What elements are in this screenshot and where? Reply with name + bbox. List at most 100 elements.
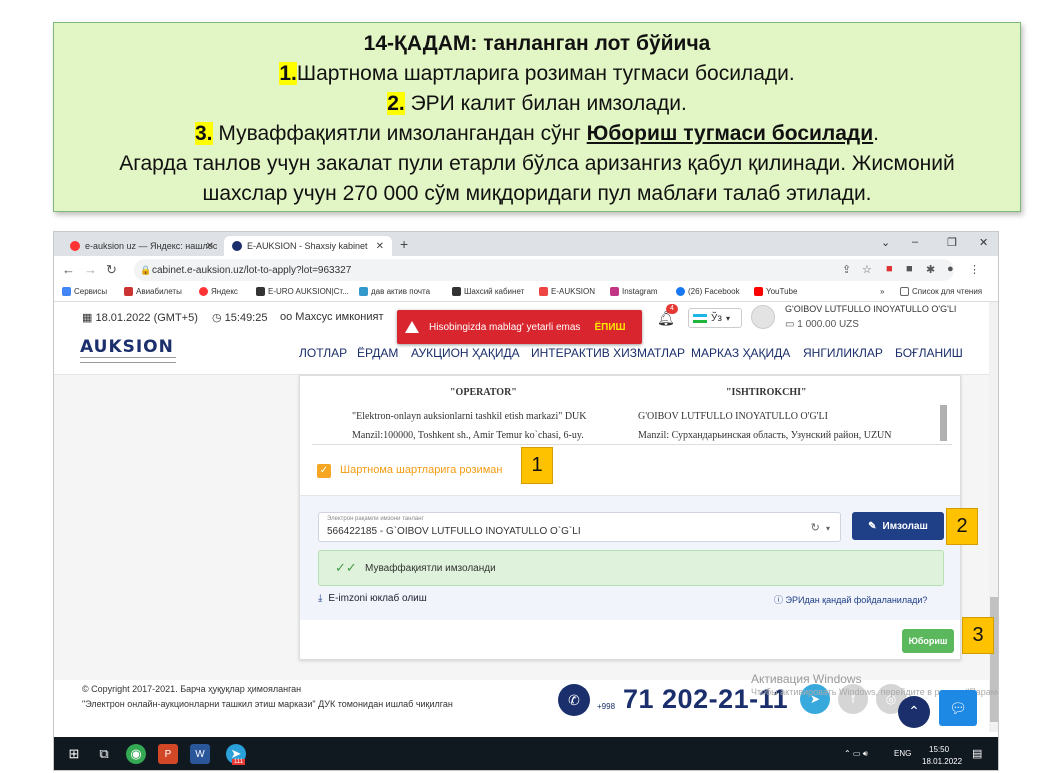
bookmark-label: YouTube [766, 287, 798, 296]
puzzle-icon[interactable]: ✱ [926, 263, 935, 276]
user-name[interactable]: G'OIBOV LUTFULLO INOYATULLO O'G'LI [785, 304, 956, 314]
close-tab-icon[interactable]: ✕ [206, 241, 214, 252]
accessibility-toggle[interactable]: oo Махсус имконият [280, 311, 384, 323]
page-scrollbar-thumb[interactable] [990, 597, 998, 722]
url-field[interactable]: 🔒 cabinet.e-auksion.uz/lot-to-apply?lot=… [134, 259, 954, 281]
signature-select[interactable]: Электрон рақамли имзони танланг 56642218… [318, 512, 841, 542]
send-button[interactable]: Юбориш [902, 629, 954, 653]
signature-select-value: 566422185 - G`OIBOV LUTFULLO INOYATULLO … [327, 526, 581, 537]
chrome-icon[interactable]: ◉ [126, 744, 146, 764]
avatar[interactable] [751, 305, 775, 329]
tab-label: E-AUKSION - Shaxsiy kabinet [247, 241, 368, 251]
site-logo[interactable]: AUKSION [80, 337, 174, 357]
kebab-menu-icon[interactable]: ⋮ [969, 263, 980, 276]
word-icon[interactable]: W [190, 744, 210, 764]
chat-button[interactable]: 💬︎ [939, 690, 977, 726]
bookmark-label: Instagram [622, 287, 658, 296]
taskbar-time[interactable]: 15:50 [929, 745, 949, 754]
footer-copyright: © Copyright 2017-2021. Барча ҳуқуқлар ҳи… [82, 684, 302, 694]
operator-address: Manzil:100000, Toshkent sh., Amir Temur … [352, 430, 584, 441]
tray-icons[interactable]: ⌃ ▭ 🔊︎ [844, 749, 868, 759]
step-marker-3: 3 [962, 617, 994, 654]
instruction-text-3a: Муваффақиятли имзолангандан сўнг [212, 122, 587, 145]
nav-interactive-services[interactable]: ИНТЕРАКТИВ ХИЗМАТЛАР [531, 346, 685, 360]
windows-start-icon[interactable]: ⊞ [64, 744, 84, 764]
share-icon[interactable]: ⇪ [842, 263, 851, 276]
page-scrollbar[interactable] [989, 302, 998, 732]
bookmark-cabinet[interactable]: Шахсий кабинет [452, 287, 524, 296]
bookmark-mail[interactable]: дав актив почта [359, 287, 430, 296]
bookmark-label: E-AUKSION [551, 287, 596, 296]
nav-lots[interactable]: ЛОТЛАР [299, 346, 347, 360]
reload-icon[interactable]: ↻ [106, 262, 117, 278]
nav-contact[interactable]: БОҒЛАНИШ [895, 346, 963, 360]
plane-icon [124, 287, 133, 296]
step-number-1: 1. [279, 62, 297, 85]
signature-select-controls: ↻ ▾ [811, 521, 830, 534]
bookmark-services[interactable]: Сервисы [62, 287, 107, 296]
instruction-step-title: : танланган лот бўйича [470, 32, 711, 55]
download-icon: ⤓ [318, 593, 323, 604]
bookmark-youtube[interactable]: YouTube [754, 287, 797, 296]
contract-scrollbar[interactable] [940, 405, 947, 441]
language-indicator[interactable]: ENG [894, 749, 911, 758]
alert-close-button[interactable]: ЁПИШ [594, 322, 625, 333]
tab-search-icon[interactable]: ⌄ [881, 236, 890, 249]
instruction-line-3: 3. Муваффақиятли имзолангандан сўнг Юбор… [54, 119, 1020, 149]
back-icon[interactable]: ← [62, 262, 75, 277]
bookmarks-overflow[interactable]: » [880, 287, 884, 296]
step-number-3: 3. [194, 122, 213, 145]
restore-icon[interactable]: ❐ [947, 236, 957, 249]
agree-label[interactable]: Шартнома шартларига розиман [340, 464, 502, 476]
close-tab-icon[interactable]: ✕ [376, 241, 384, 252]
taskbar-date[interactable]: 18.01.2022 [922, 757, 962, 766]
refresh-icon[interactable]: ↻ [811, 522, 820, 534]
lock-icon: 🔒 [140, 264, 152, 275]
uzbekistan-flag-icon [693, 313, 707, 323]
nav-news[interactable]: ЯНГИЛИКЛАР [803, 346, 883, 360]
nav-help[interactable]: ЁРДАМ [357, 346, 398, 360]
bookmark-avia[interactable]: Авиабилеты [124, 287, 182, 296]
bookmark-instagram[interactable]: Instagram [610, 287, 658, 296]
sign-button[interactable]: ✎ Имзолаш [852, 512, 944, 540]
close-window-icon[interactable]: ✕ [979, 236, 988, 249]
chevron-down-icon[interactable]: ▾ [826, 524, 830, 533]
download-eimzo-link[interactable]: ⤓ E-imzoni юклаб олиш [318, 593, 427, 604]
nav-about-center[interactable]: МАРКАЗ ҲАҚИДА [691, 346, 790, 360]
help-link[interactable]: ⓘ ЭРИдан қандай фойдаланилади? [774, 593, 927, 606]
forward-icon[interactable]: → [84, 262, 97, 277]
bookmark-label: Яндекс [211, 287, 238, 296]
powerpoint-icon[interactable]: P [158, 744, 178, 764]
agree-checkbox[interactable]: ✓ [317, 464, 331, 478]
instruction-step-number: 14-ҚАДАМ [363, 32, 471, 55]
bookmark-facebook[interactable]: (26) Facebook [676, 287, 740, 296]
bookmark-eauksion[interactable]: E-AUKSION [539, 287, 595, 296]
extension-icon[interactable]: ■ [906, 263, 913, 275]
scroll-top-button[interactable]: ⌃ [898, 696, 930, 728]
bookmark-label: Шахсий кабинет [464, 287, 525, 296]
reading-list[interactable]: Список для чтения [900, 287, 982, 296]
telegram-badge: 111 [232, 759, 246, 765]
bookmark-label: дав актив почта [371, 287, 431, 296]
star-icon[interactable]: ☆ [862, 263, 872, 276]
operator-heading: "OPERATOR" [450, 387, 517, 398]
task-view-icon[interactable]: ⧉ [94, 744, 114, 764]
tab-label: e-auksion uz — Яндекс: нашлос [85, 241, 218, 251]
bookmark-euro[interactable]: E-URO AUKSION|Ст... [256, 287, 349, 296]
language-label: Ўз [711, 312, 722, 324]
profile-icon[interactable]: ● [947, 263, 954, 275]
auksion-icon [232, 241, 242, 251]
glasses-icon: oo [280, 311, 296, 323]
phone-prefix: +998 [597, 702, 616, 711]
new-tab-button[interactable]: + [400, 236, 408, 252]
tab-yandex[interactable]: e-auksion uz — Яндекс: нашлос ✕ [62, 236, 222, 256]
bookmark-yandex[interactable]: Яндекс [199, 287, 238, 296]
time-display: ◷ 15:49:25 [212, 311, 267, 324]
minimize-icon[interactable]: – [912, 236, 918, 248]
notifications-icon[interactable]: ▤ [972, 747, 982, 760]
tab-e-auksion[interactable]: E-AUKSION - Shaxsiy kabinet ✕ [224, 236, 392, 256]
language-select[interactable]: Ўз ▾ [688, 308, 742, 328]
nav-about-auction[interactable]: АУКЦИОН ҲАҚИДА [411, 346, 520, 360]
extension-icon[interactable]: ■ [886, 263, 893, 275]
operator-name: "Elektron-onlayn auksionlarni tashkil et… [352, 411, 587, 422]
